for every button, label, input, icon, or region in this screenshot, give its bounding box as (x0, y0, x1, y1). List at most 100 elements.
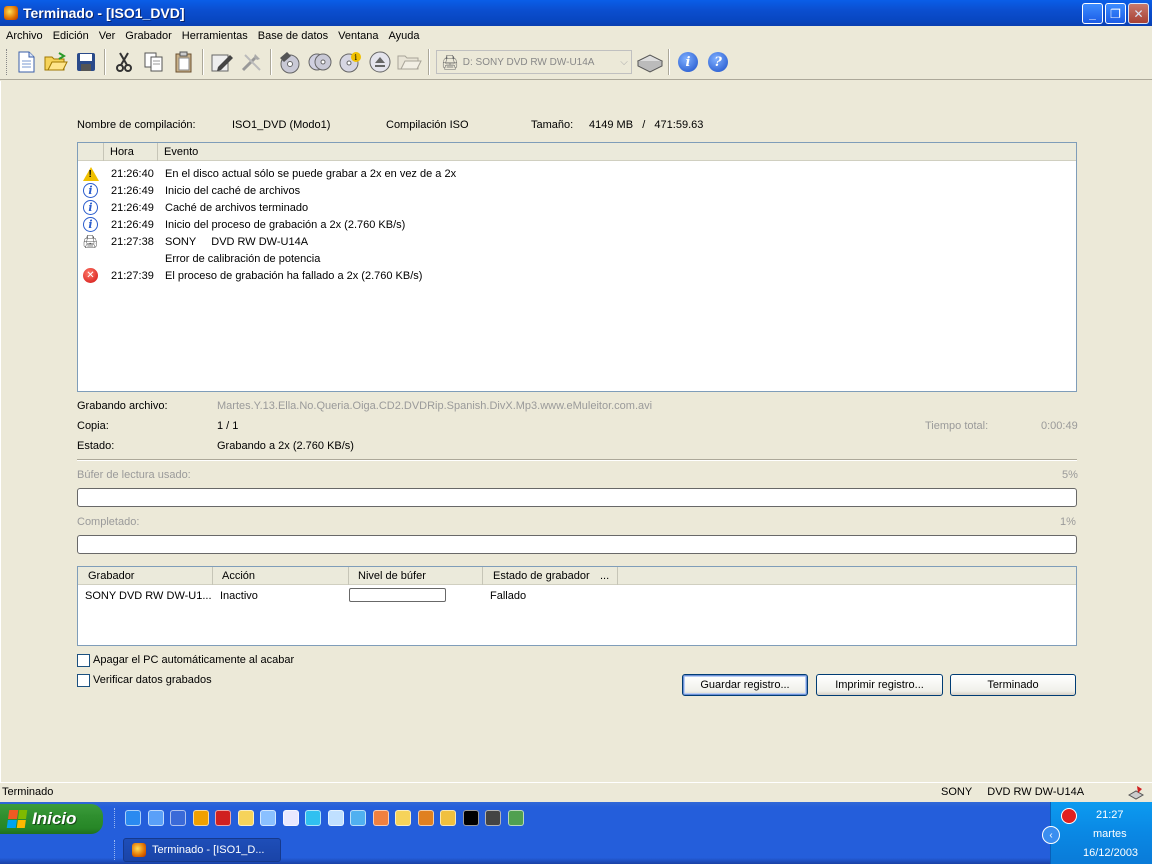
edit-compilation-button[interactable] (207, 47, 237, 77)
cut-button[interactable] (109, 47, 139, 77)
messenger-icon[interactable] (305, 810, 321, 826)
col-recorder[interactable]: Grabador (78, 567, 213, 585)
drive-select[interactable]: 🖨 D: SONY DVD RW DW-U14A ⌵ (436, 50, 632, 74)
disc-info-icon: i (339, 52, 361, 73)
log-row[interactable]: Error de calibración de potencia (78, 250, 1076, 267)
open-button[interactable] (41, 47, 71, 77)
toolbar-grip[interactable] (6, 49, 9, 75)
copy-button[interactable] (139, 47, 169, 77)
print-log-button[interactable]: Imprimir registro... (816, 674, 943, 696)
winrar-icon[interactable] (440, 810, 456, 826)
col-icon[interactable] (78, 143, 104, 161)
folder-icon[interactable] (237, 810, 254, 826)
nero-app-icon[interactable] (4, 6, 18, 20)
menu-edicion[interactable]: Edición (49, 30, 93, 42)
tray-app-icon[interactable] (1061, 808, 1077, 824)
clock-time[interactable]: 21:27 (1096, 809, 1124, 821)
col-buffer-level[interactable]: Nivel de búfer (349, 567, 483, 585)
recycle-icon[interactable] (350, 810, 366, 826)
col-time[interactable]: Hora (104, 143, 158, 161)
clock-date[interactable]: 16/12/2003 (1083, 847, 1138, 859)
toolbar-separator (104, 49, 106, 75)
close-button[interactable]: ✕ (1128, 3, 1149, 24)
shutdown-label[interactable]: Apagar el PC automáticamente al acabar (93, 654, 294, 666)
yin-yang-icon[interactable] (462, 810, 479, 826)
notepad-icon[interactable] (282, 810, 299, 826)
completed-label: Completado: (77, 516, 140, 528)
col-recorder-state[interactable]: Estado de grabador (483, 567, 618, 585)
menu-ver[interactable]: Ver (95, 30, 120, 42)
log-row[interactable]: 21:26:40 En el disco actual sólo se puede… (78, 165, 1076, 182)
log-time: 21:27:38 (111, 235, 154, 248)
log-event: Caché de archivos terminado (165, 201, 309, 214)
table-row[interactable]: SONY DVD RW DW-U1... Inactivo Fallado (78, 587, 1076, 604)
network-icon[interactable] (260, 810, 276, 826)
calendar-icon[interactable] (215, 810, 231, 826)
disc-info-button[interactable]: i (335, 47, 365, 77)
log-row[interactable]: i 21:26:49 Caché de archivos terminado (78, 199, 1076, 216)
col-event[interactable]: Evento (158, 143, 1076, 161)
menu-archivo[interactable]: Archivo (2, 30, 47, 42)
menu-ayuda[interactable]: Ayuda (385, 30, 424, 42)
shutdown-checkbox[interactable] (77, 654, 90, 667)
log-row[interactable]: i 21:26:49 Inicio del proceso de grabación… (78, 216, 1076, 233)
save-log-button[interactable]: Guardar registro... (682, 674, 808, 696)
recorders-list[interactable]: Grabador Acción Nivel de búfer Estado de… (77, 566, 1077, 646)
log-time: 21:27:39 (111, 269, 154, 282)
ie-icon[interactable] (125, 810, 141, 826)
quicklaunch-grip[interactable] (114, 808, 117, 828)
title-bar[interactable]: Terminado - [ISO1_DVD] _ ❐ ✕ (0, 0, 1152, 26)
copy-disc-button[interactable] (305, 47, 335, 77)
col-action[interactable]: Acción (213, 567, 349, 585)
menu-ventana[interactable]: Ventana (334, 30, 382, 42)
eject-button[interactable] (365, 47, 395, 77)
media-player-icon[interactable] (170, 810, 186, 826)
tray-expand-button[interactable]: ‹ (1042, 826, 1060, 844)
section-divider (77, 459, 1077, 461)
restore-button[interactable]: ❐ (1105, 3, 1126, 24)
winamp-icon[interactable] (192, 810, 209, 826)
event-log-list[interactable]: Hora Evento 21:26:40 En el disco actual s… (77, 142, 1077, 392)
folder-icon[interactable] (395, 810, 411, 826)
toolbar-separator (668, 49, 670, 75)
menu-grabador[interactable]: Grabador (121, 30, 175, 42)
emule-icon[interactable] (485, 810, 501, 826)
shield-icon[interactable] (507, 810, 524, 826)
start-button[interactable]: Inicio (0, 804, 103, 834)
minimize-button[interactable]: _ (1082, 3, 1103, 24)
info-icon: i (83, 200, 98, 215)
verify-checkbox[interactable] (77, 674, 90, 687)
recorder-properties-button[interactable] (635, 47, 665, 77)
outlook-express-icon[interactable] (147, 810, 164, 826)
new-document-button[interactable] (11, 47, 41, 77)
package-icon[interactable] (417, 810, 434, 826)
help-icon: ? (708, 52, 728, 72)
col-more[interactable]: ... (600, 567, 609, 585)
log-row[interactable]: 🖨 21:27:38 SONY DVD RW DW-U14A (78, 233, 1076, 250)
drive-icon: 🖨 (82, 233, 99, 249)
tasks-grip[interactable] (114, 840, 117, 860)
verify-label[interactable]: Verificar datos grabados (93, 674, 212, 686)
window-controls: _ ❐ ✕ (1082, 3, 1149, 24)
burn-button[interactable] (275, 47, 305, 77)
menu-herramientas[interactable]: Herramientas (178, 30, 252, 42)
tools-button[interactable] (237, 47, 267, 77)
paint-icon[interactable] (327, 810, 344, 826)
clock-day[interactable]: martes (1093, 828, 1127, 840)
paste-button[interactable] (169, 47, 199, 77)
pencil-edit-icon (211, 54, 233, 72)
total-time-label: Tiempo total: (925, 420, 989, 432)
taskbar-window-button[interactable]: Terminado - [ISO1_D... (123, 838, 281, 862)
folder-disabled-icon (397, 55, 422, 70)
about-button[interactable]: i (673, 47, 703, 77)
menu-base-de-datos[interactable]: Base de datos (254, 30, 332, 42)
current-file-value: Martes.Y.13.Ella.No.Queria.Oiga.CD2.DVDR… (217, 400, 653, 412)
browse-button[interactable] (395, 47, 425, 77)
chevron-down-icon[interactable]: ⌵ (617, 53, 631, 71)
done-button[interactable]: Terminado (950, 674, 1076, 696)
context-help-button[interactable]: ? (703, 47, 733, 77)
save-button[interactable] (71, 47, 101, 77)
tools-app-icon[interactable] (372, 810, 389, 826)
log-row[interactable]: i 21:26:49 Inicio del caché de archivos (78, 182, 1076, 199)
log-row[interactable]: ✕ 21:27:39 El proceso de grabación ha fall… (78, 267, 1076, 284)
